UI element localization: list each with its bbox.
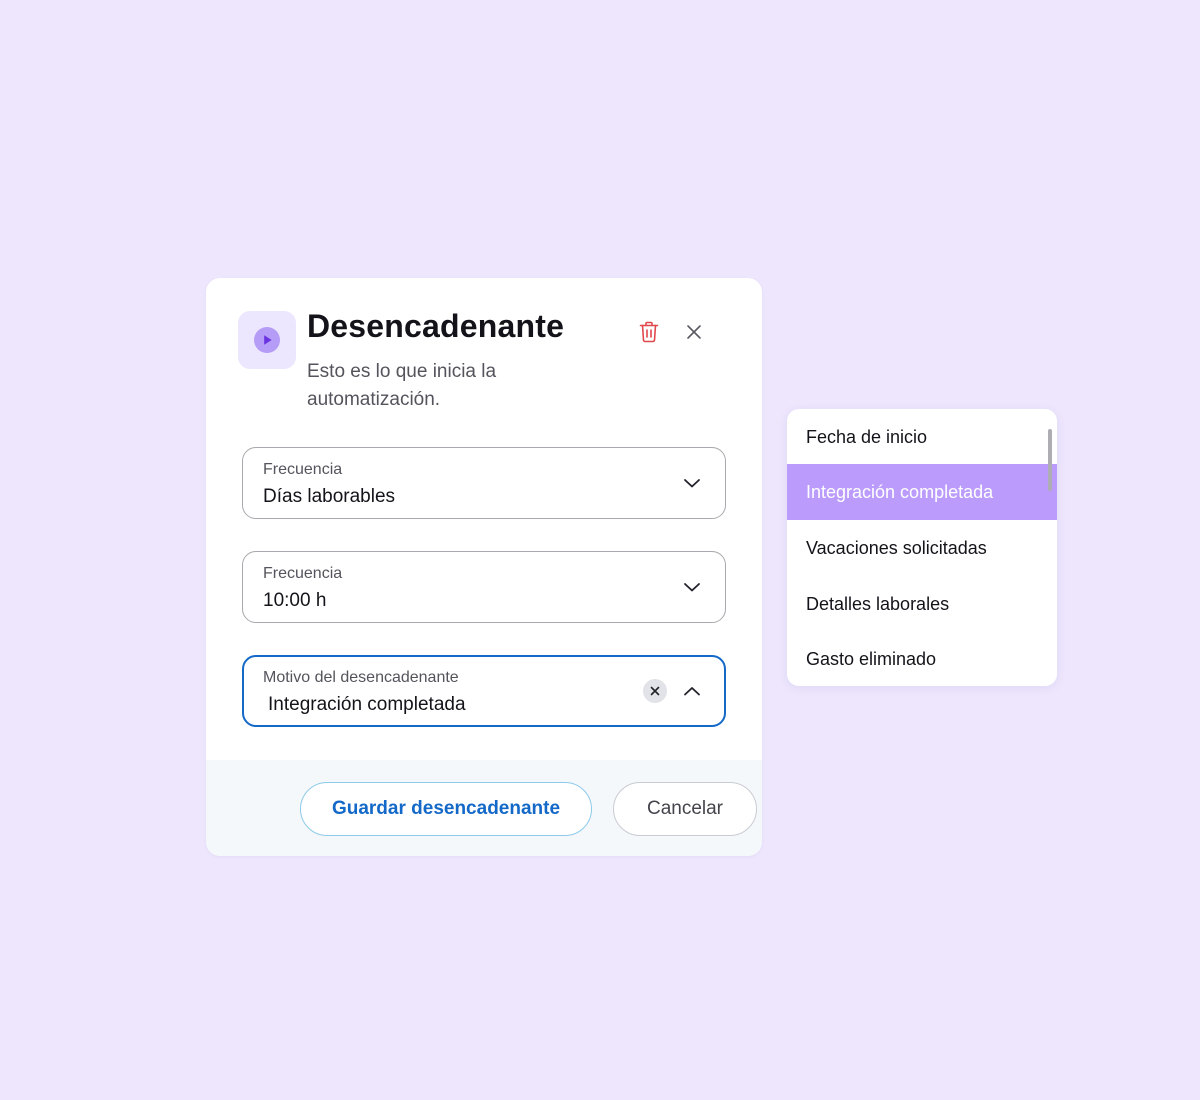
- chevron-down-icon: [681, 472, 703, 494]
- option-integracion-completada[interactable]: Integración completada: [787, 464, 1057, 520]
- close-icon: [687, 325, 701, 339]
- dialog-title: Desencadenante: [307, 308, 565, 344]
- dialog-subtitle: Esto es lo que inicia la automatización.: [307, 361, 497, 410]
- trigger-reason-select[interactable]: Motivo del desencadenante Integración co…: [242, 655, 726, 727]
- option-detalles-laborales[interactable]: Detalles laborales: [787, 576, 1057, 632]
- trigger-dialog: Desencadenante Esto es lo que inicia la …: [206, 278, 762, 856]
- field-value: Días laborables: [263, 486, 396, 507]
- trash-icon: [639, 321, 659, 343]
- trigger-reason-listbox: Fecha de inicio Integración completada V…: [787, 409, 1057, 686]
- field-value: Integración completada: [268, 694, 466, 715]
- close-button[interactable]: [678, 316, 710, 348]
- option-vacaciones-solicitadas[interactable]: Vacaciones solicitadas: [787, 520, 1057, 576]
- option-fecha-de-inicio[interactable]: Fecha de inicio: [787, 409, 1057, 465]
- frequency-time-select[interactable]: Frecuencia 10:00 h: [242, 551, 726, 623]
- chevron-up-icon[interactable]: [681, 680, 703, 702]
- field-value: 10:00 h: [263, 590, 327, 611]
- play-circle-icon: [238, 311, 296, 369]
- chevron-down-icon: [681, 576, 703, 598]
- dialog-footer: Guardar desencadenante Cancelar: [206, 760, 762, 856]
- frequency-days-select[interactable]: Frecuencia Días laborables: [242, 447, 726, 519]
- clear-selection-button[interactable]: [643, 679, 667, 703]
- save-trigger-button[interactable]: Guardar desencadenante: [300, 782, 592, 836]
- field-label: Motivo del desencadenante: [263, 669, 459, 686]
- option-gasto-eliminado[interactable]: Gasto eliminado: [787, 631, 1057, 686]
- field-label: Frecuencia: [263, 461, 343, 478]
- field-label: Frecuencia: [263, 565, 343, 582]
- clear-icon: [650, 686, 660, 696]
- delete-button[interactable]: [633, 316, 665, 348]
- listbox-scrollbar[interactable]: [1048, 429, 1052, 491]
- cancel-button[interactable]: Cancelar: [613, 782, 757, 836]
